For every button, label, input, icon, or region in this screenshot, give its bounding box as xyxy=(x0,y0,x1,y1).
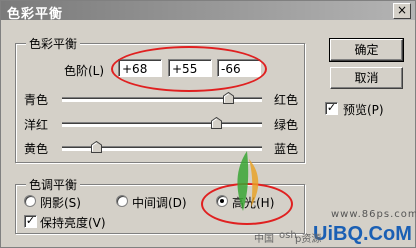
levels-magenta-green-input[interactable]: +55 xyxy=(168,59,212,77)
levels-yellow-blue-input[interactable]: -66 xyxy=(217,59,261,77)
midtones-label[interactable]: 中间调(D) xyxy=(132,194,187,211)
watermark-partial-3: p资源 xyxy=(295,234,322,245)
color-balance-dialog: 色彩平衡 × 色彩平衡 色阶(L) +68 +55 -66 青色 红色 洋红 绿… xyxy=(0,0,416,248)
cyan-red-slider-thumb[interactable] xyxy=(223,92,234,104)
dialog-title: 色彩平衡 xyxy=(7,7,64,22)
magenta-green-slider-thumb[interactable] xyxy=(211,117,222,129)
slider-cyan-label: 青色 xyxy=(24,93,49,107)
preserve-luminosity-label[interactable]: 保持亮度(V) xyxy=(40,214,106,231)
levels-label: 色阶(L) xyxy=(64,64,105,78)
preview-label[interactable]: 预览(P) xyxy=(343,101,384,118)
watermark-partial-1: 中国 xyxy=(254,234,274,245)
watermark-site: www.86ps.com xyxy=(331,209,416,220)
shadows-radio[interactable] xyxy=(24,195,36,207)
watermark-brand: UiBQ.CoM xyxy=(313,223,412,245)
watermark-logo-icon xyxy=(237,151,259,211)
slider-blue-label: 蓝色 xyxy=(274,142,299,156)
ok-button[interactable]: 确定 xyxy=(329,38,404,62)
color-balance-group: 色彩平衡 色阶(L) +68 +55 -66 青色 红色 洋红 绿色 黄色 蓝色 xyxy=(15,35,305,163)
color-balance-legend: 色彩平衡 xyxy=(26,35,81,52)
cancel-button[interactable]: 取消 xyxy=(330,67,403,89)
slider-green-label: 绿色 xyxy=(274,118,299,132)
shadows-label[interactable]: 阴影(S) xyxy=(40,194,81,211)
slider-red-label: 红色 xyxy=(274,93,299,107)
close-button[interactable]: × xyxy=(393,3,411,19)
midtones-radio[interactable] xyxy=(116,195,128,207)
title-bar[interactable]: 色彩平衡 × xyxy=(1,1,415,22)
preserve-luminosity-checkbox[interactable]: ✓ xyxy=(24,215,37,228)
levels-cyan-red-input[interactable]: +68 xyxy=(118,59,162,77)
preview-checkbox[interactable]: ✓ xyxy=(325,102,338,115)
slider-magenta-label: 洋红 xyxy=(24,118,49,132)
tone-balance-legend: 色调平衡 xyxy=(26,176,81,193)
yellow-blue-slider-thumb[interactable] xyxy=(91,141,102,153)
magenta-green-slider-track[interactable] xyxy=(62,122,262,127)
slider-yellow-label: 黄色 xyxy=(24,142,49,156)
